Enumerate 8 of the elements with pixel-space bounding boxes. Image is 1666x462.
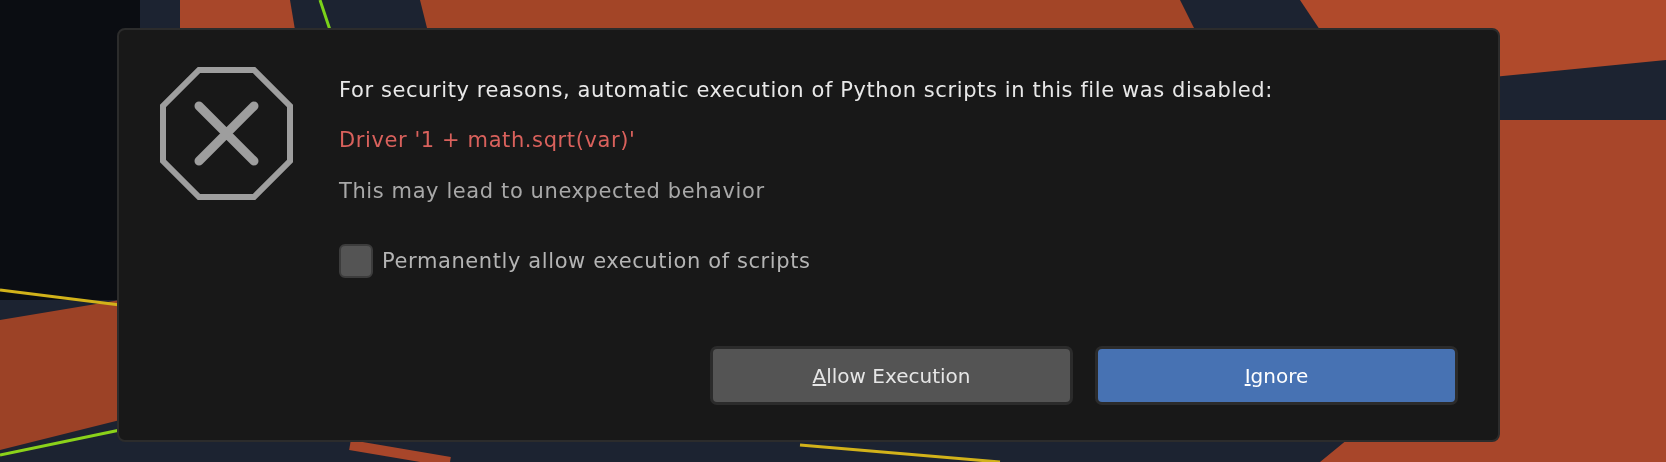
warning-note: This may lead to unexpected behavior bbox=[339, 179, 766, 203]
checkbox[interactable] bbox=[339, 244, 373, 278]
dialog-message: For security reasons, automatic execution of Python scripts in this file was disabled: bbox=[339, 78, 1273, 102]
allow-button[interactable]: Allow Execution bbox=[710, 346, 1073, 405]
error-icon bbox=[159, 66, 294, 201]
ignore-button[interactable]: Ignore bbox=[1095, 346, 1458, 405]
checkbox-label[interactable]: Permanently allow execution of scripts bbox=[382, 249, 811, 273]
driver-expression: Driver '1 + math.sqrt(var)' bbox=[339, 128, 637, 152]
